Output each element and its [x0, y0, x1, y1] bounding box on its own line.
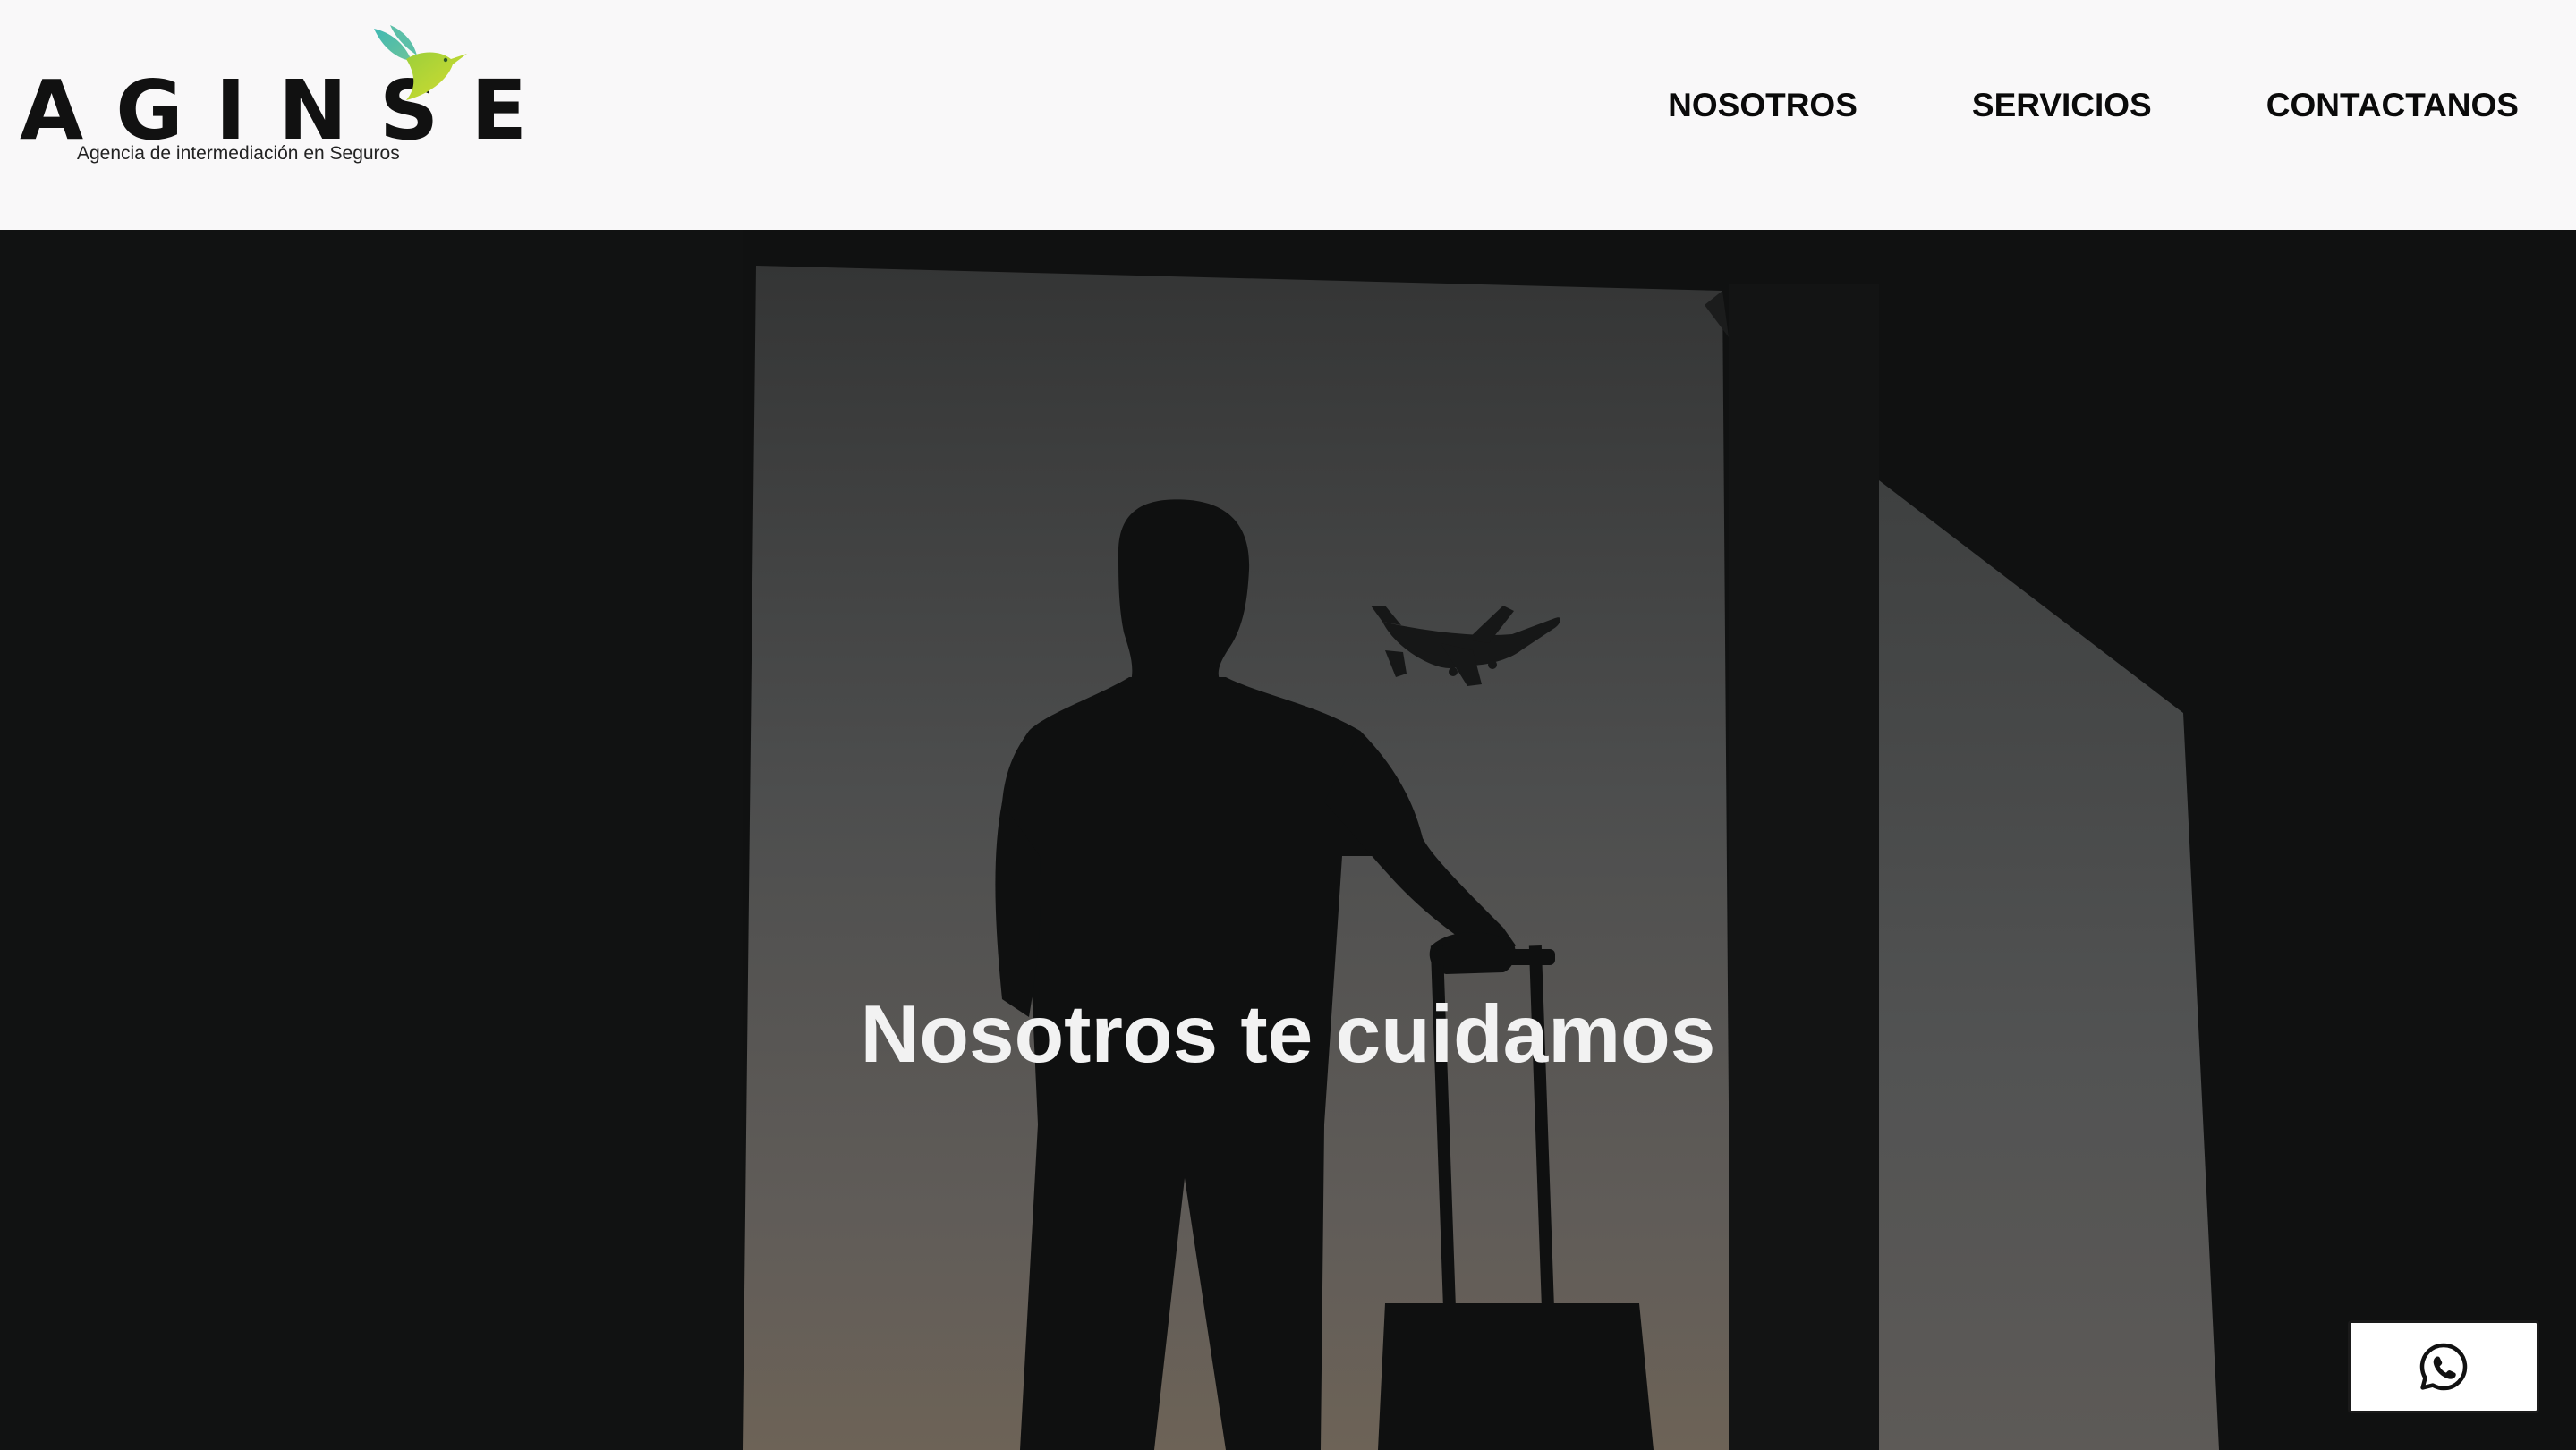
- hummingbird-icon: [374, 25, 467, 100]
- hero-section: Nosotros te cuidamos: [0, 230, 2576, 1450]
- whatsapp-icon: [2419, 1343, 2468, 1391]
- site-header: AGINSE Agencia de intermediación en Segu…: [0, 0, 2576, 230]
- logo-wordmark: AGINSE: [20, 63, 560, 158]
- brand-logo[interactable]: AGINSE Agencia de intermediación en Segu…: [20, 23, 527, 175]
- logo-tagline: Agencia de intermediación en Seguros: [77, 143, 400, 164]
- nav-item-contactanos[interactable]: CONTACTANOS: [2266, 86, 2519, 125]
- whatsapp-button[interactable]: [2348, 1320, 2539, 1413]
- nav-item-servicios[interactable]: SERVICIOS: [1972, 86, 2152, 125]
- main-nav: NOSOTROS SERVICIOS CONTACTANOS: [1668, 86, 2519, 125]
- nav-item-nosotros[interactable]: NOSOTROS: [1668, 86, 1858, 125]
- hero-heading: Nosotros te cuidamos: [860, 989, 1716, 1080]
- hero-image: [0, 230, 2576, 1450]
- page: AGINSE Agencia de intermediación en Segu…: [0, 0, 2576, 1450]
